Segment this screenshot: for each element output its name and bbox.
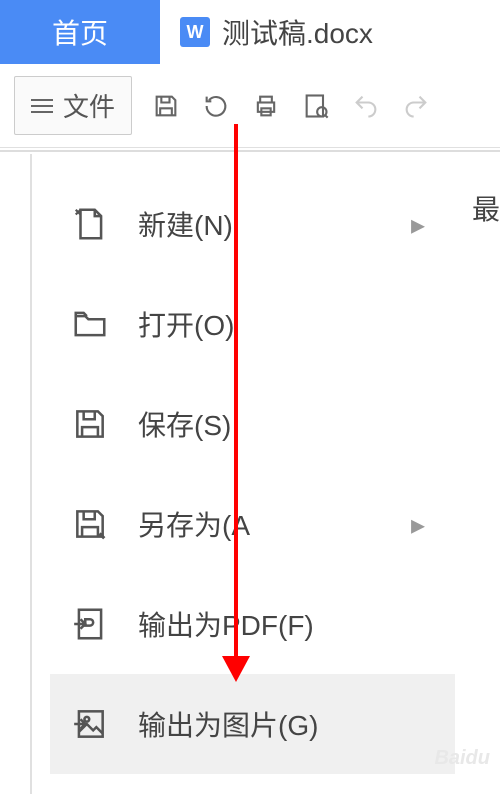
print-preview-icon[interactable] <box>300 90 332 122</box>
menu-item-label: 输出为图片(G) <box>138 704 318 744</box>
chevron-right-icon: ▸ <box>411 508 425 541</box>
tab-home[interactable]: 首页 <box>0 0 160 64</box>
hamburger-icon <box>31 99 53 113</box>
new-file-icon <box>70 204 110 244</box>
tab-document[interactable]: W 测试稿.docx <box>160 0 373 64</box>
word-doc-icon: W <box>180 17 210 47</box>
menu-item-open[interactable]: 打开(O) <box>50 274 455 374</box>
menu-item-export-image[interactable]: 输出为图片(G) <box>50 674 455 774</box>
save-file-icon <box>70 404 110 444</box>
file-menu-label: 文件 <box>63 87 115 124</box>
menu-item-label: 新建(N) <box>138 204 233 244</box>
menu-item-new[interactable]: 新建(N) ▸ <box>50 174 455 274</box>
refresh-icon[interactable] <box>200 90 232 122</box>
tab-home-label: 首页 <box>52 12 108 52</box>
menu-item-label: 保存(S) <box>138 404 231 444</box>
export-image-icon <box>70 704 110 744</box>
print-icon[interactable] <box>250 90 282 122</box>
menu-item-label: 输出为PDF(F) <box>138 604 314 644</box>
menu-item-save-as[interactable]: 另存为(A ▸ <box>50 474 455 574</box>
tab-document-label: 测试稿.docx <box>222 12 373 52</box>
folder-open-icon <box>70 304 110 344</box>
side-panel-text: 最 <box>472 188 500 228</box>
watermark: Baidu <box>434 747 490 770</box>
menu-item-save[interactable]: 保存(S) <box>50 374 455 474</box>
undo-icon[interactable] <box>350 90 382 122</box>
menu-item-export-pdf[interactable]: 输出为PDF(F) <box>50 574 455 674</box>
annotation-arrow <box>234 124 238 664</box>
menu-item-label: 打开(O) <box>138 304 234 344</box>
save-icon[interactable] <box>150 90 182 122</box>
redo-icon[interactable] <box>400 90 432 122</box>
file-menu-button[interactable]: 文件 <box>14 76 132 135</box>
save-as-icon <box>70 504 110 544</box>
chevron-right-icon: ▸ <box>411 208 425 241</box>
export-pdf-icon <box>70 604 110 644</box>
